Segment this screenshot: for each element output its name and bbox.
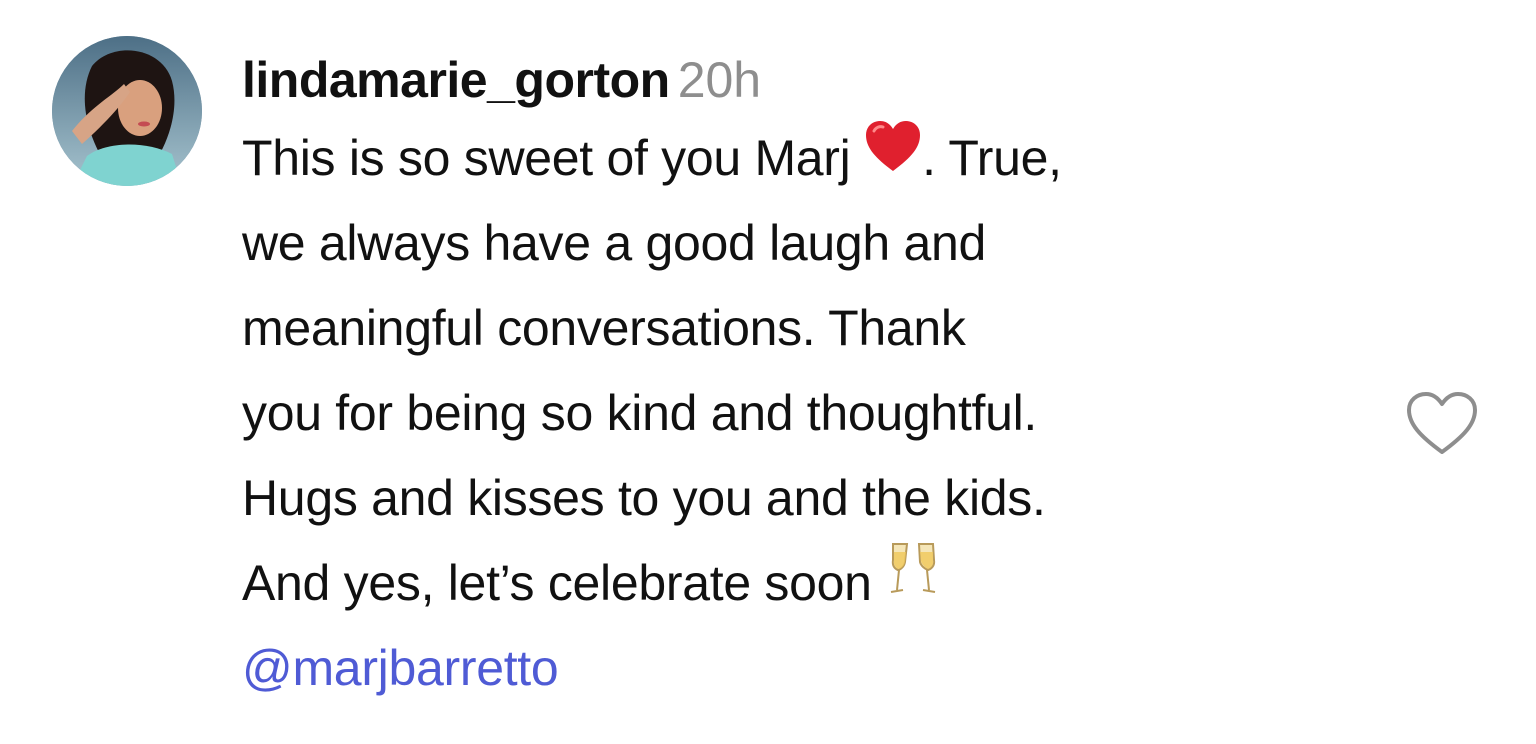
comment-meta: lindamarie_gorton 20h [242,44,1392,116]
comment-text: . True, [922,130,1062,186]
avatar-image [52,36,202,186]
heart-outline-icon [1407,392,1477,454]
comment-line-5: Hugs and kisses to you and the kids. [242,470,1046,526]
comment-text: This is so sweet of you Marj [242,130,865,186]
comment-line-1: This is so sweet of you Marj . True, [242,116,1392,201]
comment-line-3: meaningful conversations. Thank [242,300,966,356]
comment-text: And yes, let’s celebrate soon [242,555,886,611]
comment: lindamarie_gorton 20h This is so sweet of… [0,0,1536,744]
mention-link[interactable]: @marjbarretto [242,626,1392,711]
username-link[interactable]: lindamarie_gorton [242,52,670,108]
comment-line-4: you for being so kind and thoughtful. [242,385,1038,441]
champagne-glasses-emoji-icon [885,539,941,624]
red-heart-emoji-icon [864,114,922,199]
timestamp[interactable]: 20h [678,52,761,108]
comment-body: lindamarie_gorton 20h This is so sweet of… [242,44,1392,711]
like-button[interactable] [1404,390,1480,458]
comment-line-6: And yes, let’s celebrate soon [242,541,1392,626]
avatar[interactable] [52,36,202,186]
comment-line-2: we always have a good laugh and [242,215,987,271]
